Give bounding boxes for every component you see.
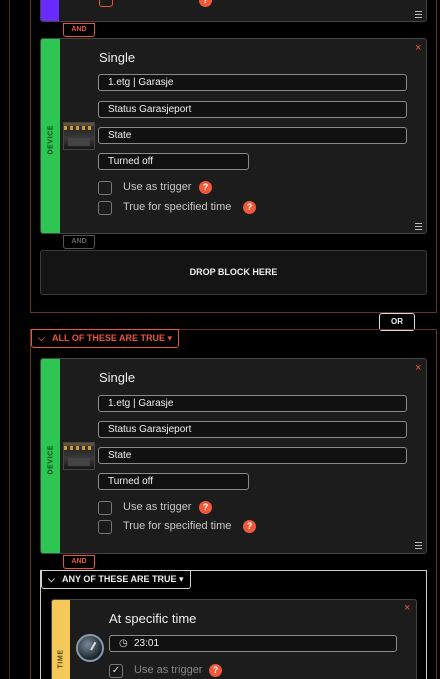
- group-any-border-right: [426, 570, 427, 679]
- block-title: At specific time: [109, 611, 197, 626]
- help-icon[interactable]: ?: [209, 664, 222, 677]
- group-all-header[interactable]: ⌵ ALL OF THESE ARE TRUE ▾: [31, 329, 180, 348]
- group-border-right: [436, 0, 437, 313]
- device-strip-label: DEVICE: [47, 444, 55, 475]
- group-any-header[interactable]: ⌵ ANY OF THESE ARE TRUE ▾: [41, 570, 191, 589]
- close-icon[interactable]: ×: [404, 602, 410, 614]
- partial-trigger-checkbox[interactable]: [99, 0, 113, 7]
- and-connector-placeholder: AND: [63, 235, 95, 249]
- clock-small-icon: ◷: [119, 638, 128, 649]
- block-title: Single: [99, 370, 136, 385]
- group-border-bottom: [30, 312, 437, 313]
- true-for-time-label: True for specified time: [123, 201, 232, 213]
- block-strip: [41, 0, 59, 21]
- partial-condition-block: ?: [40, 0, 427, 22]
- use-as-trigger-checkbox[interactable]: [98, 181, 112, 195]
- help-icon[interactable]: ?: [243, 201, 256, 214]
- help-icon[interactable]: ?: [199, 501, 212, 514]
- time-strip-label: TIME: [57, 649, 65, 669]
- block-menu-icon[interactable]: [415, 542, 422, 551]
- group-all-border-left: [30, 329, 31, 679]
- device-select[interactable]: Status Garasjeport: [98, 421, 407, 438]
- true-for-time-checkbox[interactable]: [98, 201, 112, 215]
- use-as-trigger-checkbox[interactable]: [98, 501, 112, 515]
- group-border-left: [30, 0, 31, 313]
- zone-select[interactable]: 1.etg | Garasje: [98, 74, 407, 91]
- true-for-time-label: True for specified time: [123, 520, 232, 532]
- close-icon[interactable]: ×: [415, 42, 421, 54]
- drop-zone[interactable]: DROP BLOCK HERE: [40, 250, 427, 295]
- device-condition-block: DEVICE Single × 1.etg | Garasje Status G…: [40, 38, 427, 234]
- help-icon[interactable]: ?: [199, 0, 212, 7]
- block-menu-icon[interactable]: [415, 223, 422, 232]
- use-as-trigger-label: Use as trigger: [134, 664, 203, 676]
- group-all-border-right: [436, 329, 437, 679]
- help-icon[interactable]: ?: [199, 181, 212, 194]
- and-connector: AND: [63, 23, 95, 37]
- block-menu-icon[interactable]: [415, 11, 422, 20]
- device-select[interactable]: Status Garasjeport: [98, 101, 407, 118]
- group-all-label: ALL OF THESE ARE TRUE: [52, 333, 166, 343]
- state-value-select[interactable]: Turned off: [98, 153, 249, 170]
- chevron-down-icon: ⌵: [38, 333, 45, 343]
- group-any-label: ANY OF THESE ARE TRUE: [62, 574, 177, 584]
- dropdown-icon: ▾: [179, 574, 184, 584]
- dropdown-icon: ▾: [167, 333, 173, 343]
- property-select[interactable]: State: [98, 447, 407, 464]
- help-icon[interactable]: ?: [243, 520, 256, 533]
- time-value: 23:01: [134, 638, 160, 649]
- state-value-select[interactable]: Turned off: [98, 473, 249, 490]
- device-thumbnail: [63, 442, 95, 470]
- time-condition-block: TIME At specific time × ◷ 23:01 ✓ Use as…: [51, 599, 417, 679]
- use-as-trigger-label: Use as trigger: [123, 501, 192, 513]
- use-as-trigger-checkbox[interactable]: ✓: [109, 664, 123, 678]
- and-connector: AND: [63, 555, 95, 569]
- use-as-trigger-label: Use as trigger: [123, 181, 192, 193]
- outer-guide-line: [9, 0, 10, 679]
- device-condition-block: DEVICE Single × 1.etg | Garasje Status G…: [40, 358, 427, 554]
- time-input[interactable]: ◷ 23:01: [109, 635, 397, 652]
- close-icon[interactable]: ×: [415, 362, 421, 374]
- clock-icon: [76, 634, 104, 662]
- property-select[interactable]: State: [98, 127, 407, 144]
- zone-select[interactable]: 1.etg | Garasje: [98, 395, 407, 412]
- block-title: Single: [99, 50, 136, 65]
- device-strip-label: DEVICE: [47, 124, 55, 155]
- true-for-time-checkbox[interactable]: [98, 520, 112, 534]
- chevron-down-icon: ⌵: [48, 574, 55, 584]
- device-thumbnail: [63, 122, 95, 150]
